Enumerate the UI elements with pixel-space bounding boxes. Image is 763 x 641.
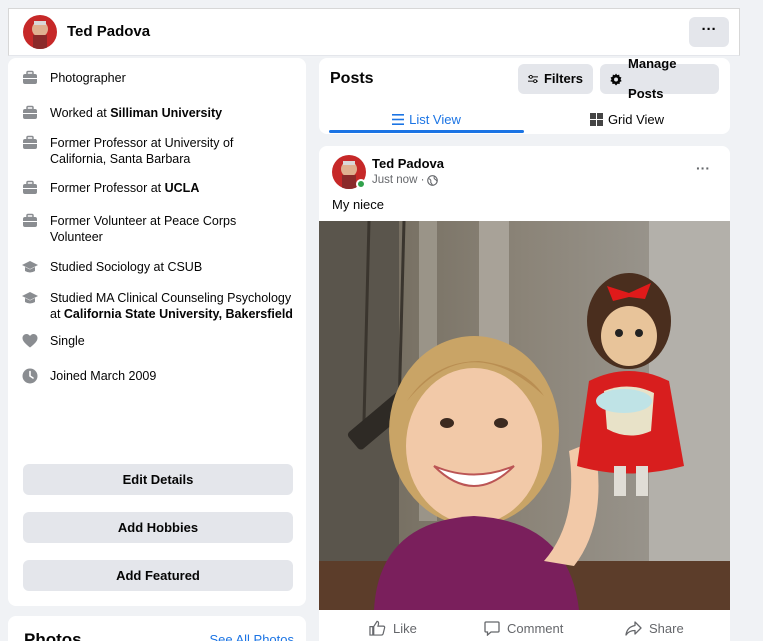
intro-item-work: Former Professor at UCLA — [22, 180, 307, 196]
intro-item-education: Studied MA Clinical Counseling Psycholog… — [22, 290, 307, 322]
comment-icon — [484, 621, 500, 636]
intro-item-relationship: Single — [22, 333, 307, 349]
briefcase-icon — [23, 213, 37, 227]
grid-icon — [589, 112, 603, 126]
comment-label: Comment — [507, 620, 564, 636]
intro-item-text: Joined March 2009 — [50, 369, 157, 383]
filters-label: Filters — [543, 71, 583, 86]
intro-card: Photographer Worked at Silliman Universi… — [8, 58, 306, 606]
heart-icon — [22, 334, 38, 348]
posts-title: Posts — [330, 70, 374, 87]
profile-name[interactable]: Ted Padova — [67, 23, 150, 40]
intro-item-text: Former Professor at University of Califo… — [50, 136, 234, 166]
tab-label: List View — [409, 111, 461, 127]
add-featured-button[interactable]: Add Featured — [23, 560, 293, 591]
intro-item-text: Single — [50, 334, 85, 348]
filters-icon — [528, 74, 538, 84]
tab-grid-view[interactable]: Grid View — [529, 104, 725, 134]
intro-item-work: Photographer — [22, 70, 307, 86]
intro-item-work: Former Professor at University of Califo… — [22, 135, 307, 167]
posts-header-card: Posts Filters Manage Posts List View Gri… — [319, 56, 730, 134]
tab-label: Grid View — [607, 111, 665, 127]
gear-icon — [610, 72, 622, 86]
see-all-photos-link[interactable]: See All Photos — [209, 632, 294, 641]
edit-details-button[interactable]: Edit Details — [23, 464, 293, 495]
list-icon — [392, 113, 405, 125]
avatar[interactable] — [23, 15, 57, 49]
comment-button[interactable]: Comment — [484, 616, 563, 640]
graduation-cap-icon — [22, 261, 38, 273]
post-options-button[interactable]: ··· — [696, 160, 710, 176]
intro-item-text: Former Volunteer at Peace Corps Voluntee… — [50, 214, 237, 244]
intro-item-text: Worked at Silliman University — [50, 106, 223, 120]
intro-item-joined: Joined March 2009 — [22, 368, 307, 384]
post-photo[interactable] — [319, 221, 730, 610]
intro-item-education: Studied Sociology at CSUB — [22, 259, 307, 275]
photos-card: Photos See All Photos — [8, 616, 306, 641]
share-icon — [625, 620, 642, 636]
intro-item-text: Studied Sociology at CSUB — [50, 260, 203, 274]
briefcase-icon — [23, 105, 37, 119]
online-status-dot — [356, 179, 366, 189]
add-hobbies-button[interactable]: Add Hobbies — [23, 512, 293, 543]
post-caption: My niece — [332, 197, 385, 212]
page-edge — [741, 0, 763, 641]
post-card: Ted Padova Just now · ··· My niece Like … — [319, 146, 730, 641]
like-label: Like — [393, 620, 417, 636]
graduation-cap-icon — [22, 292, 38, 304]
thumbs-up-icon — [369, 620, 386, 636]
tab-list-view[interactable]: List View — [329, 104, 524, 134]
more-options-button[interactable]: ··· — [689, 17, 729, 47]
manage-posts-label: Manage Posts — [628, 56, 677, 101]
briefcase-icon — [23, 70, 37, 84]
photos-title: Photos — [24, 630, 82, 641]
intro-item-text: Photographer — [50, 71, 126, 85]
clock-icon — [22, 368, 38, 384]
school-link[interactable]: California State University, Bakersfield — [64, 307, 293, 321]
workplace-link[interactable]: Silliman University — [110, 106, 222, 120]
intro-item-text: Studied MA Clinical Counseling Psycholog… — [50, 291, 293, 321]
globe-icon — [427, 174, 439, 186]
intro-item-text: Former Professor at UCLA — [50, 181, 200, 195]
briefcase-icon — [23, 135, 37, 149]
workplace-link[interactable]: UCLA — [165, 181, 200, 195]
manage-posts-button[interactable]: Manage Posts — [600, 56, 719, 101]
share-button[interactable]: Share — [625, 616, 684, 640]
post-author-name[interactable]: Ted Padova — [372, 156, 444, 171]
filters-button[interactable]: Filters — [518, 64, 593, 94]
like-button[interactable]: Like — [369, 616, 417, 640]
post-timestamp[interactable]: Just now · — [372, 174, 439, 186]
intro-item-work: Former Volunteer at Peace Corps Voluntee… — [22, 213, 307, 245]
intro-item-work: Worked at Silliman University — [22, 105, 307, 121]
share-label: Share — [649, 620, 684, 636]
briefcase-icon — [23, 180, 37, 194]
